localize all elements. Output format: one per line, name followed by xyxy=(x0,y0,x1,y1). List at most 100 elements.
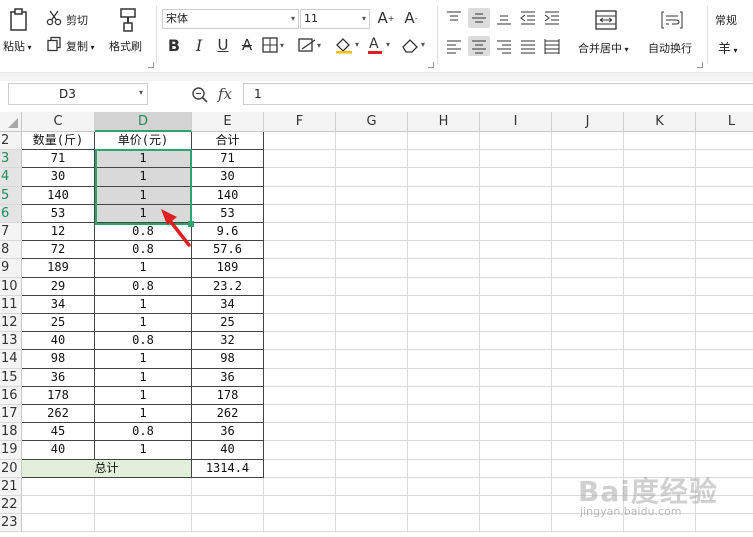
zoom-search-icon[interactable] xyxy=(190,85,210,105)
cell-e10[interactable]: 23.2 xyxy=(192,277,264,296)
row-header-14[interactable]: 14 xyxy=(0,350,22,369)
cell-e17[interactable]: 262 xyxy=(192,405,264,424)
align-middle-icon[interactable] xyxy=(468,8,490,28)
cell-k19[interactable] xyxy=(624,441,696,460)
merge-center-button[interactable]: 合并居中 ▾ xyxy=(578,40,629,56)
cell-d21[interactable] xyxy=(95,477,192,496)
cell-f14[interactable] xyxy=(264,350,336,369)
row-header-4[interactable]: 4 xyxy=(0,168,22,187)
cell-f2[interactable] xyxy=(264,132,336,151)
cell-h11[interactable] xyxy=(408,295,480,314)
cell-k3[interactable] xyxy=(624,150,696,169)
cell-g21[interactable] xyxy=(336,477,408,496)
cell-g9[interactable] xyxy=(336,259,408,278)
alignment-launcher-icon[interactable] xyxy=(697,62,703,68)
row-header-5[interactable]: 5 xyxy=(0,186,22,205)
row-header-20[interactable]: 20 xyxy=(0,459,22,478)
row-header-7[interactable]: 7 xyxy=(0,223,22,242)
underline-icon[interactable]: U xyxy=(214,35,232,55)
cell-j5[interactable] xyxy=(552,186,624,205)
cell-j13[interactable] xyxy=(552,332,624,351)
cell-e9[interactable]: 189 xyxy=(192,259,264,278)
italic-icon[interactable]: I xyxy=(190,35,208,55)
cell-d2[interactable]: 单价(元) xyxy=(95,132,192,151)
total-label-cell[interactable]: 总计 xyxy=(22,459,192,478)
cell-i19[interactable] xyxy=(480,441,552,460)
cell-g22[interactable] xyxy=(336,496,408,515)
cell-f23[interactable] xyxy=(264,514,336,533)
cell-g16[interactable] xyxy=(336,386,408,405)
align-center-icon[interactable] xyxy=(468,36,490,56)
font-color-icon[interactable]: A ▾ xyxy=(367,35,397,55)
row-header-11[interactable]: 11 xyxy=(0,295,22,314)
row-header-19[interactable]: 19 xyxy=(0,441,22,460)
cell-f8[interactable] xyxy=(264,241,336,260)
cell-i14[interactable] xyxy=(480,350,552,369)
cell-l11[interactable] xyxy=(696,296,753,314)
format-painter-button[interactable]: 格式刷 xyxy=(109,38,142,54)
column-header-e[interactable]: E xyxy=(192,112,264,132)
cell-d12[interactable]: 1 xyxy=(95,314,192,333)
cell-l7[interactable] xyxy=(696,223,753,242)
cell-g6[interactable] xyxy=(336,204,408,223)
cell-c23[interactable] xyxy=(22,514,95,533)
cell-j17[interactable] xyxy=(552,405,624,424)
row-header-15[interactable]: 15 xyxy=(0,368,22,387)
select-all-corner[interactable] xyxy=(0,112,22,132)
cell-c14[interactable]: 98 xyxy=(22,350,95,369)
cell-d16[interactable]: 1 xyxy=(95,386,192,405)
justify-icon[interactable] xyxy=(518,36,538,56)
cell-e23[interactable] xyxy=(192,514,264,533)
cell-h4[interactable] xyxy=(408,168,480,187)
cell-c10[interactable]: 29 xyxy=(22,277,95,296)
cell-h8[interactable] xyxy=(408,241,480,260)
cell-l19[interactable] xyxy=(696,441,753,460)
cell-i8[interactable] xyxy=(480,241,552,260)
cell-c2[interactable]: 数量(斤) xyxy=(22,132,95,151)
clipboard-launcher-icon[interactable] xyxy=(148,62,154,68)
align-left-icon[interactable] xyxy=(444,36,464,56)
wrap-text-button[interactable]: 自动换行 xyxy=(648,40,692,56)
cell-j18[interactable] xyxy=(552,423,624,442)
column-header-c[interactable]: C xyxy=(22,112,95,132)
cell-e11[interactable]: 34 xyxy=(192,295,264,314)
cell-i3[interactable] xyxy=(480,150,552,169)
cell-g4[interactable] xyxy=(336,168,408,187)
cell-f11[interactable] xyxy=(264,295,336,314)
cell-c15[interactable]: 36 xyxy=(22,368,95,387)
cell-f12[interactable] xyxy=(264,314,336,333)
cell-j14[interactable] xyxy=(552,350,624,369)
cell-e5[interactable]: 140 xyxy=(192,186,264,205)
cell-i5[interactable] xyxy=(480,186,552,205)
cell-d10[interactable]: 0.8 xyxy=(95,277,192,296)
cell-g17[interactable] xyxy=(336,405,408,424)
cell-l10[interactable] xyxy=(696,278,753,296)
cell-i22[interactable] xyxy=(480,496,552,515)
cell-d5[interactable]: 1 xyxy=(95,186,192,205)
cell-g14[interactable] xyxy=(336,350,408,369)
cell-c13[interactable]: 40 xyxy=(22,332,95,351)
cell-h10[interactable] xyxy=(408,277,480,296)
row-header-22[interactable]: 22 xyxy=(0,496,22,515)
cell-h9[interactable] xyxy=(408,259,480,278)
cell-f6[interactable] xyxy=(264,204,336,223)
cell-d13[interactable]: 0.8 xyxy=(95,332,192,351)
cell-l15[interactable] xyxy=(696,369,753,387)
cell-j10[interactable] xyxy=(552,277,624,296)
cell-k4[interactable] xyxy=(624,168,696,187)
cell-f16[interactable] xyxy=(264,386,336,405)
row-header-23[interactable]: 23 xyxy=(0,514,22,533)
cell-l13[interactable] xyxy=(696,332,753,351)
cell-e21[interactable] xyxy=(192,477,264,496)
cell-style-icon[interactable]: ▾ xyxy=(298,36,326,54)
cell-e4[interactable]: 30 xyxy=(192,168,264,187)
cell-j9[interactable] xyxy=(552,259,624,278)
cell-l5[interactable] xyxy=(696,187,753,205)
cell-l16[interactable] xyxy=(696,387,753,405)
scissors-icon[interactable] xyxy=(46,10,62,26)
cell-j15[interactable] xyxy=(552,368,624,387)
cell-e6[interactable]: 53 xyxy=(192,204,264,223)
column-header-h[interactable]: H xyxy=(408,112,480,132)
align-right-icon[interactable] xyxy=(494,36,514,56)
cut-button[interactable]: 剪切 xyxy=(66,12,88,28)
